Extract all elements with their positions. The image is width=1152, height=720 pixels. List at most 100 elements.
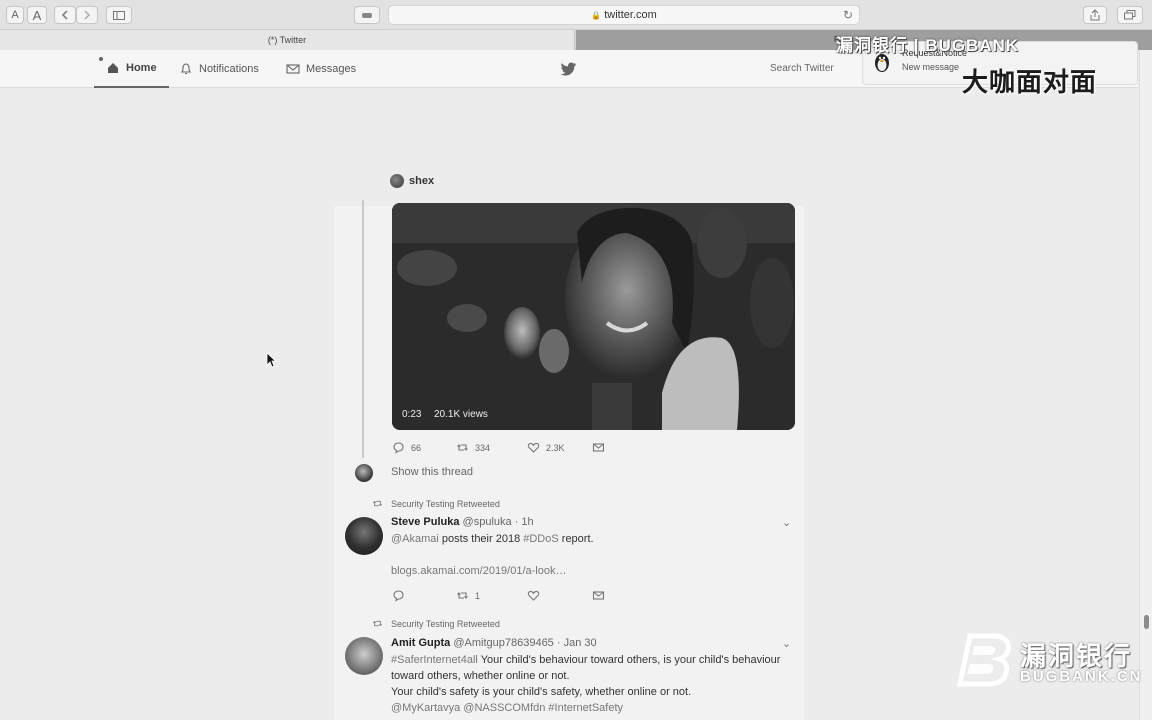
heart-icon <box>527 590 540 601</box>
message-button[interactable] <box>592 589 605 602</box>
tweet-author-handle[interactable]: @Amitgup78639465 <box>453 637 553 649</box>
tweet-actions: 1 <box>392 589 605 602</box>
tweet-text: #SaferInternet4all Your child's behaviou… <box>391 652 780 668</box>
watermark-top: 漏洞银行 | BUGBANK <box>836 36 1020 55</box>
tweet-text-line: toward others, whether online or not. <box>391 670 570 682</box>
sidebar-icon <box>113 10 125 20</box>
back-button[interactable] <box>54 6 76 24</box>
tweet-text-line: Your child's safety is your child's safe… <box>391 686 692 698</box>
notice-message: New message <box>902 62 960 72</box>
watermark-sub: 大咖面对面 <box>962 67 1098 97</box>
reply-icon <box>393 590 404 602</box>
forward-button[interactable] <box>76 6 98 24</box>
nav-messages[interactable]: Messages <box>286 50 356 88</box>
avatar[interactable] <box>345 517 383 555</box>
hashtag-link[interactable]: #SaferInternet4all <box>391 654 478 666</box>
tabs-overview-button[interactable] <box>1117 6 1143 24</box>
reply-button[interactable]: 66 <box>392 441 456 454</box>
bell-icon <box>180 63 192 74</box>
sidebar-button[interactable] <box>106 6 132 24</box>
url-link[interactable]: blogs.akamai.com/2019/01/a-look… <box>391 565 566 577</box>
font-larger-button[interactable]: A <box>27 6 47 24</box>
tweet-url[interactable]: blogs.akamai.com/2019/01/a-look… <box>391 563 566 579</box>
nav-notifications-label: Notifications <box>199 63 259 75</box>
nav-home-label: Home <box>126 62 157 74</box>
font-smaller-button[interactable]: A <box>6 6 24 24</box>
retweet-count: 334 <box>475 442 491 453</box>
twitter-bird-icon[interactable] <box>561 62 577 76</box>
address-bar[interactable]: 🔒 twitter.com ↻ <box>388 5 860 25</box>
reply-count: 66 <box>411 442 422 453</box>
video-time: 0:23 <box>402 409 422 420</box>
like-count: 2.3K <box>546 442 565 453</box>
chevron-down-icon[interactable]: ⌄ <box>782 516 791 529</box>
show-thread-link[interactable]: Show this thread <box>391 466 473 478</box>
retweet-icon <box>457 444 468 451</box>
url-text: twitter.com <box>604 9 657 21</box>
like-button[interactable]: 2.3K <box>527 441 592 454</box>
page-scrollbar[interactable] <box>1139 50 1152 720</box>
thread-connector <box>362 200 364 458</box>
avatar <box>390 174 404 188</box>
tweet-author-name[interactable]: Amit Gupta <box>391 637 450 649</box>
extension-button[interactable] <box>354 6 380 24</box>
tweet-author-name[interactable]: Steve Puluka <box>391 516 459 528</box>
video-player[interactable]: 0:23 20.1K views <box>392 203 795 430</box>
reply-button[interactable] <box>392 589 456 602</box>
tweet-time[interactable]: · 1h <box>515 516 534 528</box>
envelope-icon <box>592 591 605 600</box>
mention-link[interactable]: @Akamai <box>391 533 439 545</box>
tweet-text: @Akamai posts their 2018 #DDoS report. <box>391 531 594 547</box>
message-button[interactable] <box>592 441 605 454</box>
retweet-button[interactable]: 1 <box>456 589 527 602</box>
retweeted-text: Security Testing Retweeted <box>391 618 500 629</box>
mention-links[interactable]: @MyKartavya @NASSCOMfdn #InternetSafety <box>391 700 623 716</box>
scrollbar-thumb[interactable] <box>1144 615 1149 629</box>
tweet-author-handle[interactable]: @spuluka <box>463 516 512 528</box>
chevron-right-icon <box>84 10 91 20</box>
watermark-logo: 漏洞银行 BUGBANK.CN <box>956 632 1146 688</box>
tabs-icon <box>1124 10 1136 20</box>
lock-icon: 🔒 <box>591 10 602 20</box>
mouse-cursor-icon <box>266 352 276 368</box>
extension-icon <box>362 12 372 18</box>
retweeted-label: Security Testing Retweeted <box>372 498 500 509</box>
retweet-button[interactable]: 334 <box>456 441 527 454</box>
retweet-count: 1 <box>475 590 481 601</box>
avatar[interactable] <box>345 637 383 675</box>
reply-icon <box>393 442 404 454</box>
share-icon <box>1090 9 1100 21</box>
nav-home[interactable]: Home <box>94 50 169 88</box>
retweeted-text: Security Testing Retweeted <box>391 498 500 509</box>
tweet-text-part: Your child's behaviour toward others, is… <box>477 654 781 666</box>
retweet-icon <box>372 620 383 627</box>
video-views: 20.1K views <box>434 409 488 420</box>
envelope-icon <box>286 64 300 74</box>
tweet-actions: 66 334 2.3K <box>392 441 605 454</box>
retweeted-label: Security Testing Retweeted <box>372 618 500 629</box>
bugbank-logo-icon <box>956 633 1011 687</box>
tweet-text-part: report. <box>558 533 594 545</box>
timeline: shex 0:23 20.1K views 66 334 2.3K Show t… <box>334 88 804 720</box>
watermark-en: BUGBANK.CN <box>1020 668 1143 685</box>
tweet-header: Amit Gupta @Amitgup78639465 · Jan 30 <box>391 637 597 649</box>
tab-twitter[interactable]: (*) Twitter <box>0 30 575 50</box>
chevron-left-icon <box>61 10 68 20</box>
home-icon <box>108 63 118 73</box>
video-frame <box>392 203 795 430</box>
share-button[interactable] <box>1083 6 1107 24</box>
browser-toolbar: A A 🔒 twitter.com ↻ <box>0 0 1152 30</box>
tweet-text-part: posts their 2018 <box>438 533 524 545</box>
tweet-time[interactable]: · Jan 30 <box>557 637 597 649</box>
thread-author[interactable]: shex <box>390 174 434 188</box>
avatar[interactable] <box>355 464 373 482</box>
nav-notifications[interactable]: Notifications <box>179 50 259 88</box>
retweet-icon <box>457 592 468 599</box>
search-input[interactable]: Search Twitter <box>770 63 834 74</box>
chevron-down-icon[interactable]: ⌄ <box>782 637 791 650</box>
hashtag-link[interactable]: #DDoS <box>523 533 558 545</box>
reload-icon[interactable]: ↻ <box>843 8 853 22</box>
nav-messages-label: Messages <box>306 63 357 75</box>
like-button[interactable] <box>527 589 592 602</box>
tweet-header: Steve Puluka @spuluka · 1h <box>391 516 534 528</box>
